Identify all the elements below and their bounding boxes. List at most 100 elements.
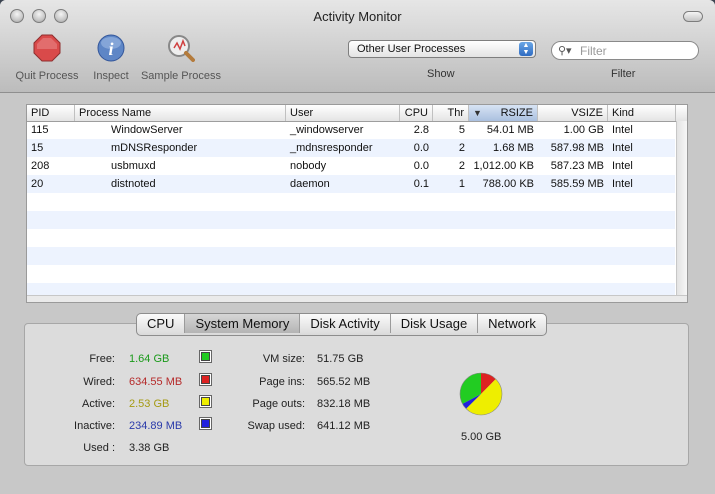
- table-row[interactable]: 208 usbmuxd nobody 0.0 2 1,012.00 KB 587…: [27, 157, 675, 175]
- cell-user: daemon: [290, 178, 330, 190]
- cell-threads: 2: [458, 142, 465, 154]
- page-outs-value: 832.18 MB: [317, 398, 371, 410]
- table-row[interactable]: 15 mDNSResponder _mdnsresponder 0.0 2 1.…: [27, 139, 675, 157]
- wired-label: Wired:: [83, 376, 115, 388]
- filter-search-field[interactable]: ⚲▾: [551, 41, 699, 60]
- swap-used-label: Swap used:: [247, 420, 305, 432]
- active-value: 2.53 GB: [129, 398, 170, 410]
- table-row[interactable]: 115 WindowServer _windowserver 2.8 5 54.…: [27, 121, 675, 139]
- empty-row: [27, 283, 675, 295]
- quit-process-button[interactable]: Quit Process: [13, 34, 81, 82]
- cell-pid: 15: [31, 142, 44, 154]
- column-header-pid[interactable]: PID: [27, 105, 75, 121]
- cell-vsize: 587.23 MB: [550, 160, 604, 172]
- cell-kind: Intel: [612, 160, 633, 172]
- memory-pie-chart: [459, 372, 503, 416]
- active-label: Active:: [81, 398, 115, 410]
- cell-threads: 2: [458, 160, 465, 172]
- cell-user: _windowserver: [290, 124, 364, 136]
- tab-disk-usage[interactable]: Disk Usage: [391, 314, 479, 333]
- cell-vsize: 587.98 MB: [550, 142, 604, 154]
- tab-disk-activity[interactable]: Disk Activity: [300, 314, 391, 333]
- svg-text:i: i: [108, 39, 113, 59]
- active-color-swatch[interactable]: [199, 395, 212, 408]
- column-header-cpu[interactable]: CPU: [400, 105, 433, 121]
- cell-vsize: 1.00 GB: [563, 124, 604, 136]
- total-memory-value: 5.00 GB: [461, 431, 502, 443]
- show-selected-value: Other User Processes: [357, 43, 466, 55]
- cell-user: nobody: [290, 160, 327, 172]
- cell-rsize: 788.00 KB: [482, 178, 534, 190]
- vertical-scrollbar[interactable]: [676, 121, 687, 302]
- process-table: PID Process Name User CPU Thr ▼ RSIZE VS…: [26, 104, 688, 303]
- window-title: Activity Monitor: [313, 9, 402, 24]
- filter-label: Filter: [611, 68, 636, 80]
- show-label: Show: [427, 68, 455, 80]
- cell-pid: 208: [31, 160, 50, 172]
- empty-row: [27, 247, 675, 265]
- column-header-threads[interactable]: Thr: [433, 105, 469, 121]
- bottom-tab-bar: CPU System Memory Disk Activity Disk Usa…: [136, 313, 547, 336]
- cell-rsize: 1.68 MB: [493, 142, 534, 154]
- inactive-value: 234.89 MB: [129, 420, 183, 432]
- activity-monitor-window: Activity Monitor Quit Process i Inspect: [0, 0, 715, 494]
- page-outs-label: Page outs:: [252, 398, 305, 410]
- vm-size-label: VM size:: [262, 353, 305, 365]
- cell-process-name: mDNSResponder: [111, 142, 198, 154]
- swap-used-value: 641.12 MB: [317, 420, 371, 432]
- cell-cpu: 0.0: [413, 142, 429, 154]
- cell-process-name: WindowServer: [111, 124, 183, 136]
- empty-row: [27, 211, 675, 229]
- cell-threads: 1: [458, 178, 465, 190]
- wired-color-well: [201, 375, 210, 384]
- sample-process-button[interactable]: Sample Process: [138, 34, 224, 82]
- cell-cpu: 0.0: [413, 160, 429, 172]
- used-value: 3.38 GB: [129, 442, 170, 454]
- empty-row: [27, 265, 675, 283]
- column-header-process-name[interactable]: Process Name: [75, 105, 286, 121]
- table-header: PID Process Name User CPU Thr ▼ RSIZE VS…: [27, 105, 687, 122]
- inspect-label: Inspect: [93, 70, 129, 82]
- show-processes-select[interactable]: Other User Processes ▲ ▼: [348, 40, 536, 58]
- cell-rsize: 54.01 MB: [486, 124, 534, 136]
- title-bar: Activity Monitor Quit Process i Inspect: [0, 0, 715, 93]
- vm-size-value: 51.75 GB: [317, 353, 364, 365]
- updown-arrows-icon: ▲ ▼: [519, 42, 533, 56]
- active-color-well: [201, 397, 210, 406]
- column-header-rsize[interactable]: ▼ RSIZE: [469, 105, 538, 121]
- free-color-well: [201, 352, 210, 361]
- table-row[interactable]: 20 distnoted daemon 0.1 1 788.00 KB 585.…: [27, 175, 675, 193]
- tab-cpu[interactable]: CPU: [137, 314, 186, 333]
- quit-process-label: Quit Process: [15, 70, 79, 82]
- cell-kind: Intel: [612, 142, 633, 154]
- free-label: Free:: [89, 353, 115, 365]
- tab-network[interactable]: Network: [478, 314, 546, 333]
- cell-threads: 5: [458, 124, 465, 136]
- free-color-swatch[interactable]: [199, 350, 212, 363]
- column-header-user[interactable]: User: [286, 105, 400, 121]
- search-icon: ⚲▾: [558, 45, 572, 57]
- toolbar-toggle-button[interactable]: [683, 11, 703, 22]
- cell-cpu: 0.1: [413, 178, 429, 190]
- filter-input[interactable]: [580, 44, 690, 58]
- wired-color-swatch[interactable]: [199, 373, 212, 386]
- empty-row: [27, 229, 675, 247]
- column-header-vsize[interactable]: VSIZE: [538, 105, 608, 121]
- cell-process-name: usbmuxd: [111, 160, 156, 172]
- column-header-rsize-label: RSIZE: [500, 107, 533, 119]
- column-header-kind[interactable]: Kind: [608, 105, 676, 121]
- horizontal-scrollbar[interactable]: [27, 295, 687, 302]
- inspect-button[interactable]: i Inspect: [88, 34, 134, 82]
- page-ins-value: 565.52 MB: [317, 376, 371, 388]
- cell-cpu: 2.8: [413, 124, 429, 136]
- cell-process-name: distnoted: [111, 178, 156, 190]
- info-icon: i: [97, 34, 125, 62]
- sample-process-label: Sample Process: [140, 70, 222, 82]
- tab-system-memory[interactable]: System Memory: [185, 314, 301, 333]
- inactive-color-swatch[interactable]: [199, 417, 212, 430]
- wired-value: 634.55 MB: [129, 376, 183, 388]
- used-label: Used :: [83, 442, 115, 454]
- cell-kind: Intel: [612, 178, 633, 190]
- page-ins-label: Page ins:: [259, 376, 305, 388]
- cell-pid: 115: [31, 124, 49, 136]
